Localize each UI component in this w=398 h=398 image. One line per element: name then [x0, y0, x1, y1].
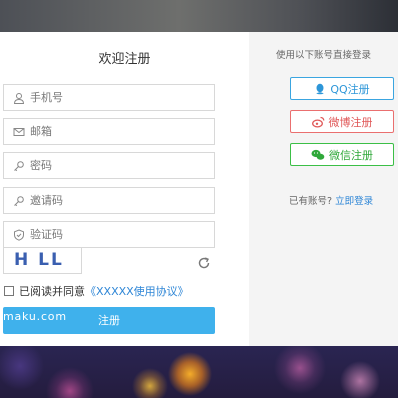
qq-icon — [316, 83, 325, 94]
weibo-register-button[interactable]: 微博注册 — [290, 110, 394, 133]
verification-code-field[interactable] — [3, 221, 215, 248]
invite-code-input[interactable] — [30, 188, 212, 213]
weibo-register-label: 微博注册 — [328, 115, 373, 129]
key-icon — [14, 196, 24, 207]
key-icon — [14, 161, 24, 172]
shield-icon — [14, 229, 24, 241]
phone-field[interactable] — [3, 84, 215, 111]
background-bottom — [0, 346, 398, 398]
agreement-row: 已阅读并同意 《XXXXX使用协议》 — [4, 284, 189, 298]
email-field[interactable] — [3, 118, 215, 145]
phone-input[interactable] — [30, 85, 212, 110]
login-prompt: 已有账号? — [289, 196, 333, 207]
wechat-register-label: 微信注册 — [329, 148, 373, 162]
invite-code-field[interactable] — [3, 187, 215, 214]
password-field[interactable] — [3, 152, 215, 179]
wechat-icon — [311, 149, 325, 160]
login-link[interactable]: 立即登录 — [335, 196, 373, 207]
page-title: 欢迎注册 — [98, 52, 151, 67]
agree-checkbox[interactable] — [4, 286, 14, 296]
email-input[interactable] — [30, 119, 212, 144]
captcha-image[interactable]: H LL — [3, 247, 82, 274]
password-input[interactable] — [30, 153, 212, 178]
social-hint: 使用以下账号直接登录 — [275, 50, 371, 61]
watermark: maku.com — [3, 310, 67, 323]
verification-code-input[interactable] — [30, 222, 212, 247]
qq-register-label: QQ注册 — [330, 82, 370, 96]
weibo-icon — [311, 116, 324, 128]
agree-label: 已阅读并同意 — [19, 285, 85, 298]
mail-icon — [13, 128, 25, 136]
wechat-register-button[interactable]: 微信注册 — [290, 143, 394, 166]
background-top — [0, 0, 398, 32]
qq-register-button[interactable]: QQ注册 — [290, 77, 394, 100]
refresh-icon[interactable] — [197, 256, 211, 270]
user-icon — [13, 93, 25, 104]
agreement-link[interactable]: 《XXXXX使用协议》 — [85, 283, 189, 299]
login-hint: 已有账号? 立即登录 — [289, 193, 373, 207]
